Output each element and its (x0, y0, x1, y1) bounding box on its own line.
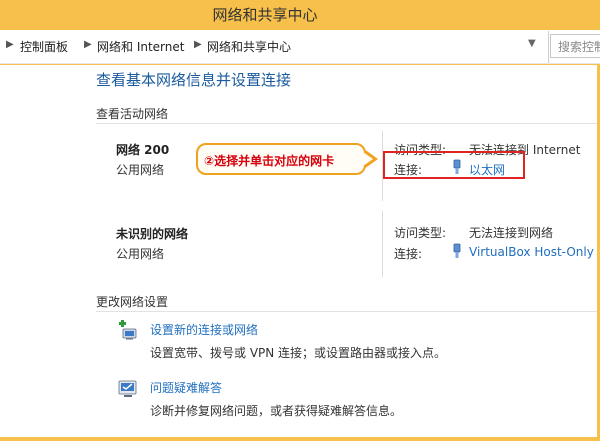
breadcrumb-item-network-sharing[interactable]: 网络和共享中心 (207, 38, 291, 55)
breadcrumb-item-network-internet[interactable]: 网络和 Internet (97, 38, 184, 55)
breadcrumb-arrow-icon[interactable]: ▶ (6, 39, 14, 50)
troubleshoot-link[interactable]: 问题疑难解答 (150, 379, 222, 396)
callout-tail-inner (363, 152, 373, 166)
chevron-down-icon[interactable]: ▼ (528, 38, 536, 49)
network-name: 网络 200 (116, 143, 170, 157)
network-divider (382, 211, 383, 277)
window-title: 网络和共享中心 (212, 6, 318, 24)
access-type-label: 访问类型: (394, 226, 447, 240)
change-settings-label: 更改网络设置 (96, 295, 169, 309)
section-divider (96, 311, 600, 312)
network-category-link[interactable]: 公用网络 (116, 245, 164, 262)
section-divider (96, 123, 600, 124)
main-content: 查看基本网络信息并设置连接 查看活动网络 网络 200 公用网络 访问类型: 无… (0, 65, 600, 437)
search-input[interactable]: 搜索控制 (550, 34, 600, 58)
title-bar: 网络和共享中心 (0, 0, 600, 30)
connection-highlight-box (383, 151, 525, 179)
connection-label: 连接: (394, 247, 423, 261)
page-title: 查看基本网络信息并设置连接 (96, 71, 292, 89)
breadcrumb-separator-icon[interactable]: ▶ (194, 39, 202, 50)
breadcrumb-item-control-panel[interactable]: 控制面板 (20, 38, 68, 55)
setup-new-connection-description: 设置宽带、拨号或 VPN 连接；或设置路由器或接入点。 (150, 346, 447, 360)
network-name: 未识别的网络 (116, 227, 189, 241)
active-networks-label: 查看活动网络 (96, 107, 169, 121)
virtualbox-connection-link[interactable]: VirtualBox Host-Only N (469, 245, 600, 259)
network-category-link[interactable]: 公用网络 (116, 161, 164, 178)
window-border-bottom (0, 437, 600, 441)
troubleshoot-icon (118, 380, 137, 397)
troubleshoot-description: 诊断并修复网络问题，或者获得疑难解答信息。 (150, 404, 403, 418)
access-type-value: 无法连接到网络 (469, 226, 554, 240)
network-add-icon (119, 320, 137, 340)
address-bar[interactable]: ▶ 控制面板 ▶ 网络和 Internet ▶ 网络和共享中心 ▼ (0, 30, 600, 64)
setup-new-connection-link[interactable]: 设置新的连接或网络 (150, 321, 258, 338)
breadcrumb-separator-icon[interactable]: ▶ (84, 39, 92, 50)
instruction-callout: ②选择并单击对应的网卡 (196, 143, 366, 175)
ethernet-plug-icon (453, 243, 461, 258)
